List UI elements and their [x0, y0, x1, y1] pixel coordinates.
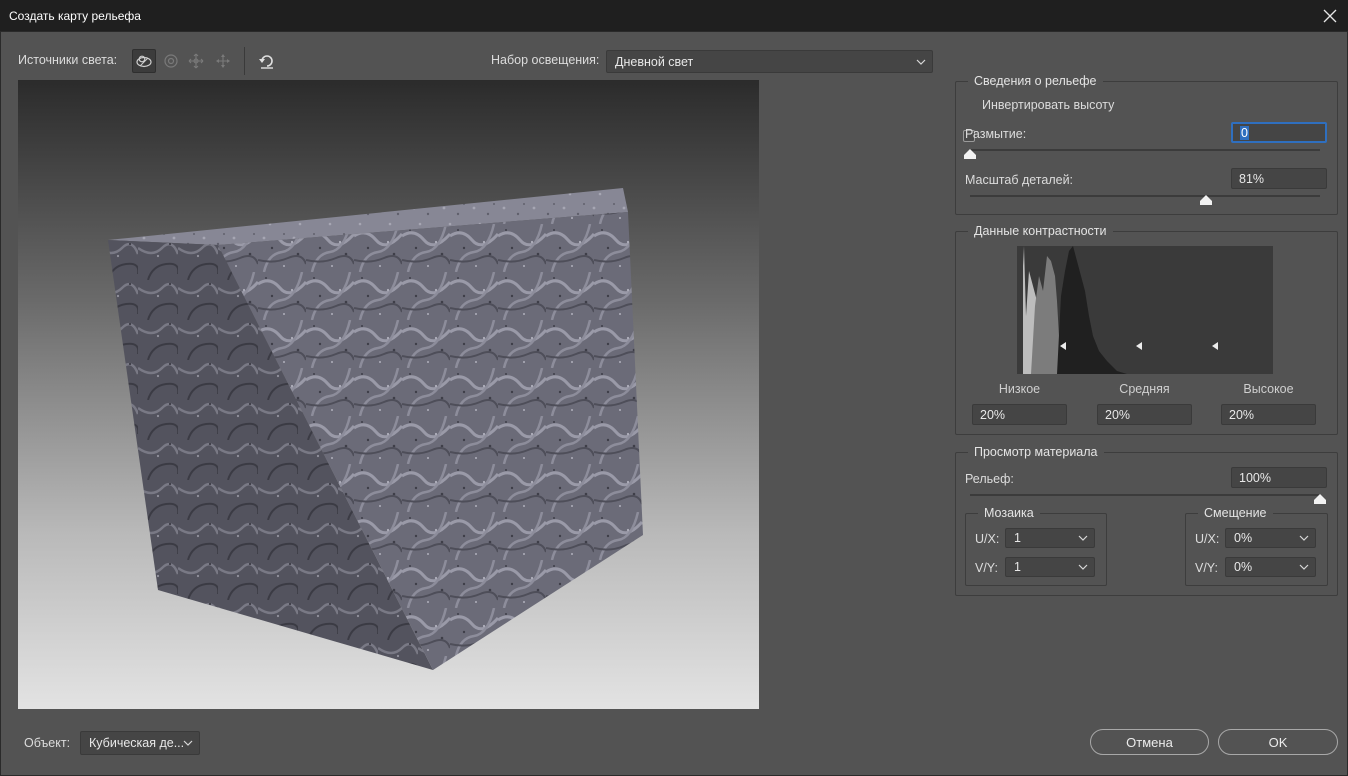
detail-scale-input[interactable]: 81% [1231, 168, 1327, 189]
chevron-down-icon [183, 740, 193, 746]
move-light-icon[interactable] [184, 49, 208, 73]
relief-slider-track[interactable] [970, 494, 1320, 496]
offset-vy-label: V/Y: [1195, 561, 1218, 575]
light-sources-label: Источники света: [18, 53, 118, 67]
high-contrast-input[interactable]: 20% [1221, 404, 1316, 425]
contrast-title: Данные контрастности [968, 224, 1113, 239]
rotate-light-icon[interactable] [159, 49, 183, 73]
chevron-down-icon [1299, 535, 1309, 541]
low-label: Низкое [998, 382, 1041, 396]
mosaic-ux-value: 1 [1014, 531, 1021, 545]
histogram-graph [1023, 246, 1218, 374]
offset-title: Смещение [1198, 506, 1273, 521]
object-value: Кубическая де... [89, 736, 185, 750]
chevron-down-icon [1299, 564, 1309, 570]
low-contrast-input[interactable]: 20% [972, 404, 1067, 425]
detail-scale-label: Масштаб деталей: [965, 173, 1074, 187]
mid-label: Средняя [1119, 382, 1170, 396]
window-title: Создать карту рельефа [9, 9, 141, 23]
blur-slider-thumb[interactable] [964, 149, 976, 159]
light-direction-tool-icon[interactable] [132, 49, 156, 73]
offset-ux-value: 0% [1234, 531, 1253, 545]
high-contrast-value: 20% [1229, 407, 1255, 422]
high-label: Высокое [1243, 382, 1294, 396]
material-preview-title: Просмотр материала [968, 445, 1104, 460]
blur-value: 0 [1240, 125, 1249, 140]
chevron-down-icon [1078, 535, 1088, 541]
detail-scale-slider-track[interactable] [970, 195, 1320, 197]
toolbar-separator [244, 47, 245, 75]
invert-height-label: Инвертировать высоту [982, 98, 1115, 112]
blur-slider-track[interactable] [970, 149, 1320, 151]
chevron-down-icon [916, 59, 926, 65]
mosaic-ux-label: U/X: [975, 532, 1000, 546]
lighting-preset-select[interactable]: Дневной свет [606, 50, 933, 73]
reset-icon[interactable] [255, 49, 279, 73]
chevron-down-icon [1078, 564, 1088, 570]
blur-input[interactable]: 0 [1231, 122, 1327, 143]
mosaic-vy-label: V/Y: [975, 561, 998, 575]
scale-light-icon[interactable] [211, 49, 235, 73]
relief-slider-thumb[interactable] [1314, 494, 1326, 504]
title-bar: Создать карту рельефа [0, 0, 1348, 31]
ok-button[interactable]: OK [1218, 729, 1338, 755]
dialog-body: Источники света: Набор освещения: Дневно… [0, 31, 1348, 776]
low-contrast-value: 20% [980, 407, 1006, 422]
relief-info-title: Сведения о рельефе [968, 74, 1103, 89]
3d-preview-canvas[interactable] [18, 80, 759, 709]
mid-contrast-input[interactable]: 20% [1097, 404, 1192, 425]
mosaic-title: Мозаика [978, 506, 1040, 521]
cancel-button[interactable]: Отмена [1090, 729, 1209, 755]
textured-cube-image [108, 188, 643, 670]
mosaic-ux-select[interactable]: 1 [1005, 528, 1095, 548]
object-label: Объект: [24, 736, 71, 750]
cancel-label: Отмена [1126, 734, 1173, 750]
lighting-preset-label: Набор освещения: [491, 53, 600, 67]
mid-contrast-value: 20% [1105, 407, 1131, 422]
object-select[interactable]: Кубическая де... [80, 731, 200, 755]
offset-vy-select[interactable]: 0% [1225, 557, 1316, 577]
blur-label: Размытие: [965, 127, 1027, 141]
offset-ux-label: U/X: [1195, 532, 1220, 546]
offset-ux-select[interactable]: 0% [1225, 528, 1316, 548]
relief-value: 100% [1239, 470, 1271, 485]
relief-input[interactable]: 100% [1231, 467, 1327, 488]
detail-scale-slider-thumb[interactable] [1200, 195, 1212, 205]
mosaic-vy-select[interactable]: 1 [1005, 557, 1095, 577]
lighting-preset-value: Дневной свет [615, 54, 694, 69]
detail-scale-value: 81% [1239, 171, 1265, 186]
offset-vy-value: 0% [1234, 560, 1253, 574]
ok-label: OK [1268, 734, 1288, 750]
relief-label: Рельеф: [965, 472, 1014, 486]
contrast-histogram[interactable] [1017, 246, 1273, 374]
mosaic-vy-value: 1 [1014, 560, 1021, 574]
close-icon[interactable] [1318, 4, 1342, 28]
